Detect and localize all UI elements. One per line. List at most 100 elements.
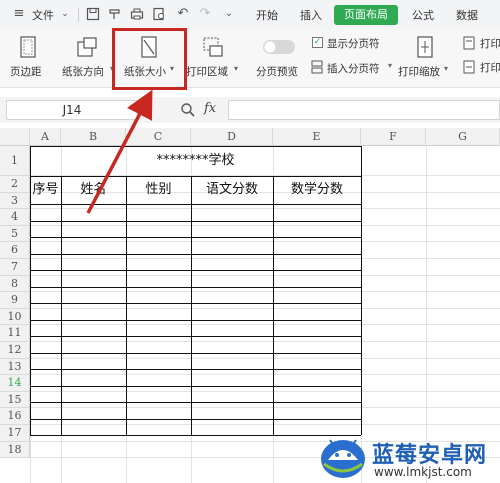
print-gridlines-button[interactable]: 打印 bbox=[462, 60, 500, 76]
column-header[interactable]: G bbox=[426, 128, 500, 146]
save-icon[interactable] bbox=[86, 7, 100, 21]
row-header[interactable]: 2 bbox=[0, 176, 30, 193]
gridline bbox=[30, 357, 500, 359]
checkbox-checked-icon: ✓ bbox=[312, 37, 323, 48]
row-header[interactable]: 7 bbox=[0, 259, 30, 276]
row-header[interactable]: 12 bbox=[0, 342, 30, 359]
table-border bbox=[30, 286, 361, 288]
column-header[interactable]: C bbox=[126, 128, 191, 146]
gridline bbox=[30, 341, 500, 342]
print-area-icon bbox=[203, 37, 223, 57]
chevron-down-icon[interactable]: ⌄ bbox=[58, 7, 72, 21]
spreadsheet-grid[interactable]: A B C D E F G 1 2 3 4 5 6 7 8 9 10 11 12 13 14 15 16 17 18 ******… bbox=[0, 128, 500, 483]
chevron-down-icon: ▾ bbox=[388, 61, 393, 70]
zoom-search-icon[interactable] bbox=[180, 102, 196, 118]
table-border bbox=[30, 220, 361, 222]
print-icon[interactable] bbox=[130, 7, 144, 21]
print-area-button[interactable]: 打印区域 ▾ bbox=[186, 34, 242, 86]
column-title-cell: 序号 bbox=[32, 182, 59, 197]
column-title-cell: 语文分数 bbox=[205, 182, 258, 197]
row-header[interactable]: 11 bbox=[0, 325, 30, 342]
page-break-preview-button[interactable]: 分页预览 bbox=[252, 34, 304, 86]
row-header[interactable]: 13 bbox=[0, 358, 30, 376]
print-preview-icon[interactable] bbox=[152, 7, 166, 21]
orientation-label: 纸张方向 bbox=[62, 66, 104, 78]
row-header[interactable]: 3 bbox=[0, 192, 30, 210]
show-page-breaks-label: 显示分页符 bbox=[327, 38, 380, 50]
orientation-button[interactable]: 纸张方向 ▾ bbox=[58, 34, 114, 86]
undo-icon[interactable]: ↶ bbox=[176, 7, 190, 21]
gridline bbox=[30, 274, 500, 276]
tab-home[interactable]: 开始 bbox=[256, 7, 278, 23]
row-header[interactable]: 10 bbox=[0, 308, 30, 326]
orientation-icon bbox=[77, 37, 97, 57]
more-icon[interactable]: ⌄ bbox=[222, 7, 236, 21]
watermark-url: www.lmkjst.com bbox=[374, 465, 472, 479]
show-page-breaks-checkbox[interactable]: ✓ 显示分页符 bbox=[312, 36, 392, 52]
column-header[interactable]: A bbox=[30, 128, 61, 146]
row-header[interactable]: 14 bbox=[0, 375, 30, 392]
watermark: 蓝莓安卓网 www.lmkjst.com bbox=[318, 432, 500, 483]
gridline bbox=[30, 258, 500, 259]
row-header[interactable]: 4 bbox=[0, 209, 30, 226]
table-border bbox=[30, 352, 361, 354]
row-header[interactable]: 6 bbox=[0, 242, 30, 259]
row-header[interactable]: 1 bbox=[0, 146, 30, 176]
tab-data[interactable]: 数据 bbox=[456, 7, 478, 23]
print-gridlines-label: 打印 bbox=[480, 62, 500, 74]
column-header[interactable]: F bbox=[361, 128, 426, 146]
row-header[interactable]: 15 bbox=[0, 391, 30, 409]
row-header[interactable]: 18 bbox=[0, 441, 30, 459]
sheet-title: ********学校 bbox=[156, 153, 235, 168]
table-border bbox=[30, 303, 361, 304]
format-painter-icon[interactable] bbox=[108, 7, 122, 21]
insert-page-break-label: 插入分页符 bbox=[327, 63, 380, 75]
name-box[interactable]: J14 bbox=[6, 100, 138, 120]
table-border bbox=[30, 402, 361, 403]
gridline bbox=[30, 307, 500, 309]
formula-input[interactable] bbox=[228, 100, 500, 120]
chevron-down-icon[interactable]: ▾ bbox=[130, 102, 134, 111]
insert-page-break-button[interactable]: 插入分页符 ▾ bbox=[310, 60, 396, 78]
margins-button[interactable]: 页边距 bbox=[6, 34, 50, 86]
gridline bbox=[30, 374, 500, 376]
insert-page-break-icon bbox=[311, 60, 323, 74]
gridline bbox=[30, 291, 500, 293]
table-border bbox=[273, 176, 274, 435]
file-menu[interactable]: 文件 bbox=[32, 7, 54, 23]
toggle-switch-icon bbox=[263, 40, 295, 54]
margins-icon bbox=[20, 36, 36, 58]
table-border bbox=[30, 435, 361, 436]
column-header[interactable]: E bbox=[273, 128, 361, 146]
highlight-box bbox=[112, 28, 187, 90]
page-break-preview-label: 分页预览 bbox=[256, 66, 298, 78]
table-border bbox=[191, 176, 192, 435]
tab-formulas[interactable]: 公式 bbox=[412, 7, 434, 23]
print-titles-label: 打印 bbox=[480, 38, 500, 50]
gridline bbox=[30, 424, 500, 425]
redo-icon[interactable]: ↷ bbox=[198, 7, 212, 21]
row-header[interactable]: 8 bbox=[0, 275, 30, 293]
select-all-corner[interactable] bbox=[0, 128, 30, 146]
watermark-logo bbox=[321, 439, 365, 478]
hamburger-menu-icon[interactable]: ≡ bbox=[12, 7, 26, 21]
column-title-cell: 姓名 bbox=[80, 182, 107, 197]
fx-icon[interactable]: fx bbox=[204, 101, 216, 116]
column-header[interactable]: D bbox=[191, 128, 273, 146]
table-border bbox=[361, 146, 362, 435]
gridline bbox=[30, 208, 500, 210]
row-header[interactable]: 16 bbox=[0, 408, 30, 425]
print-titles-button[interactable]: 打印 bbox=[462, 36, 500, 52]
row-header[interactable]: 5 bbox=[0, 225, 30, 243]
print-titles-icon bbox=[463, 36, 475, 50]
row-header[interactable]: 17 bbox=[0, 425, 30, 442]
tab-page-layout[interactable]: 页面布局 bbox=[334, 5, 398, 25]
row-header[interactable]: 9 bbox=[0, 292, 30, 309]
table-border bbox=[30, 336, 361, 337]
gridline bbox=[30, 241, 500, 243]
separator bbox=[78, 8, 79, 22]
print-scaling-button[interactable]: 打印缩放 ▾ bbox=[398, 34, 452, 86]
tab-insert[interactable]: 插入 bbox=[300, 7, 322, 23]
table-border bbox=[126, 176, 127, 435]
column-header[interactable]: B bbox=[61, 128, 126, 146]
